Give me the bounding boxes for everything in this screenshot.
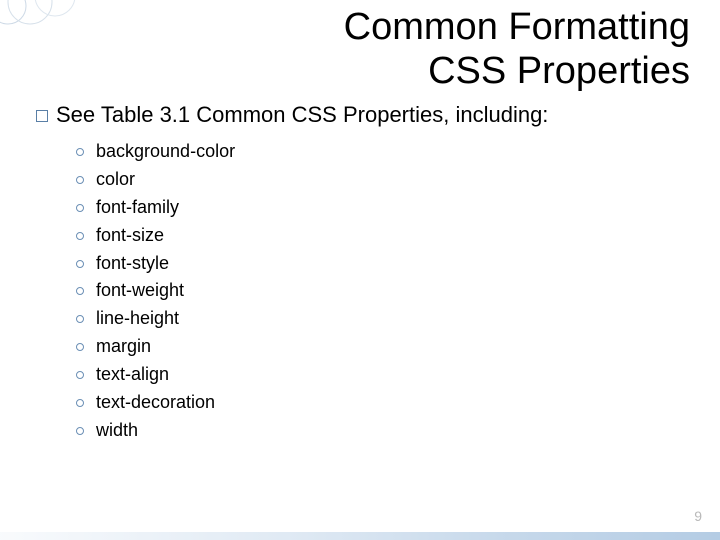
list-item: background-color <box>76 138 690 166</box>
circle-bullet-icon <box>76 148 84 156</box>
intro-text: See Table 3.1 Common CSS Properties, inc… <box>56 102 548 127</box>
circle-bullet-icon <box>76 232 84 240</box>
circle-bullet-icon <box>76 399 84 407</box>
list-item: font-family <box>76 194 690 222</box>
list-item: margin <box>76 333 690 361</box>
slide-title: Common Formatting CSS Properties <box>344 6 690 93</box>
square-bullet-icon <box>36 110 48 122</box>
list-item: font-style <box>76 250 690 278</box>
list-item: line-height <box>76 305 690 333</box>
list-item: text-decoration <box>76 389 690 417</box>
circle-bullet-icon <box>76 204 84 212</box>
property-list: background-color color font-family font-… <box>76 138 690 445</box>
circle-bullet-icon <box>76 176 84 184</box>
circle-bullet-icon <box>76 315 84 323</box>
circle-bullet-icon <box>76 260 84 268</box>
corner-decoration <box>0 0 120 60</box>
circle-bullet-icon <box>76 371 84 379</box>
intro-line: See Table 3.1 Common CSS Properties, inc… <box>36 102 690 128</box>
circle-bullet-icon <box>76 427 84 435</box>
list-item: width <box>76 417 690 445</box>
slide: Common Formatting CSS Properties See Tab… <box>0 0 720 540</box>
list-item: font-size <box>76 222 690 250</box>
slide-body: See Table 3.1 Common CSS Properties, inc… <box>36 102 690 445</box>
circle-bullet-icon <box>76 287 84 295</box>
page-number: 9 <box>694 508 702 524</box>
circle-bullet-icon <box>76 343 84 351</box>
list-item: color <box>76 166 690 194</box>
list-item: text-align <box>76 361 690 389</box>
list-item: font-weight <box>76 277 690 305</box>
